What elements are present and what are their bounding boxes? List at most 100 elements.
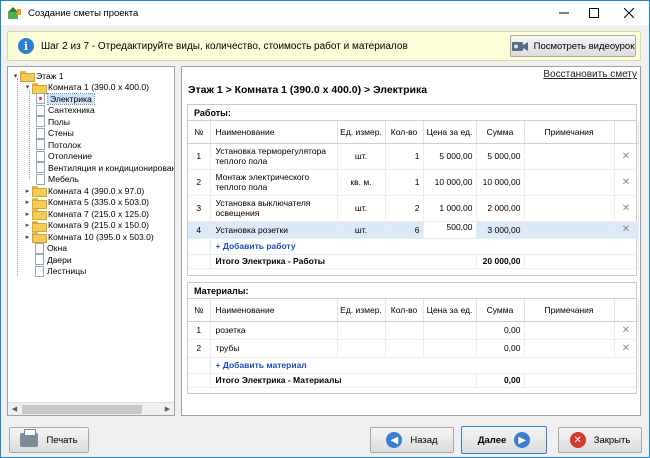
unit-cell[interactable]: кв. м. bbox=[337, 169, 386, 196]
column-header: Цена за ед. bbox=[423, 299, 477, 322]
delete-row-icon[interactable]: ✕ bbox=[614, 169, 639, 196]
expand-icon[interactable]: ▸ bbox=[23, 210, 32, 218]
minimize-button[interactable] bbox=[549, 1, 579, 25]
tree-item-plumbing[interactable]: Сантехника bbox=[36, 104, 95, 117]
scrollbar-thumb[interactable] bbox=[22, 404, 142, 414]
quantity-cell[interactable] bbox=[385, 339, 424, 358]
tree-item-room-1[interactable]: ▾ Комната 1 (390.0 x 400.0) bbox=[23, 82, 149, 94]
next-button[interactable]: Далее ▶ bbox=[461, 426, 547, 454]
add-material-link[interactable]: + Добавить материал bbox=[210, 357, 639, 374]
collapse-icon[interactable]: ▾ bbox=[11, 72, 20, 80]
expand-icon[interactable]: ▸ bbox=[23, 233, 32, 241]
tree-item-ceiling[interactable]: Потолок bbox=[36, 139, 81, 151]
back-button[interactable]: ◀ Назад bbox=[370, 427, 454, 453]
tree-item-label: Этаж 1 bbox=[36, 70, 64, 81]
material-name-cell[interactable]: трубы bbox=[210, 339, 338, 358]
scroll-left-icon[interactable]: ◀ bbox=[8, 405, 21, 413]
add-material-link-label[interactable]: + Добавить материал bbox=[216, 360, 307, 370]
quantity-cell[interactable]: 1 bbox=[385, 143, 424, 170]
close-icon bbox=[624, 8, 634, 18]
quantity-cell[interactable]: 6 bbox=[385, 221, 424, 239]
tree-item-label: Стены bbox=[48, 128, 74, 139]
tree-item-walls[interactable]: Стены bbox=[36, 127, 74, 140]
project-tree[interactable]: ▾ Этаж 1 ▾ Комната 1 (390.0 x 400.0) Эле… bbox=[7, 66, 175, 416]
work-name-cell[interactable]: Установка терморегулятора теплого пола bbox=[210, 143, 338, 170]
price-input[interactable]: 500,00 bbox=[423, 221, 477, 239]
table-row[interactable]: 1 розетка 0,00 ✕ bbox=[188, 321, 639, 340]
tree-item-windows[interactable]: Окна bbox=[35, 242, 67, 255]
tree-item-stairs[interactable]: Лестницы bbox=[35, 265, 86, 278]
price-cell[interactable]: 5 000,00 bbox=[423, 143, 477, 170]
work-name-cell[interactable]: Установка выключателя освещения bbox=[210, 195, 338, 222]
tree-item-room-5[interactable]: ▸ Комната 5 (335.0 x 503.0) bbox=[23, 197, 149, 209]
column-header: Примечания bbox=[524, 299, 615, 322]
tree-item-room-7[interactable]: ▸ Комната 7 (215.0 x 125.0) bbox=[23, 208, 149, 221]
materials-total-value: 0,00 bbox=[476, 373, 525, 388]
work-name-cell[interactable]: Установка розетки bbox=[210, 221, 338, 239]
add-work-link-label[interactable]: + Добавить работу bbox=[216, 241, 296, 251]
table-row-selected[interactable]: 4 Установка розетки шт. 6 500,00 3 000,0… bbox=[188, 221, 639, 239]
tree-item-doors[interactable]: Двери bbox=[35, 254, 72, 266]
expand-icon[interactable]: ▸ bbox=[23, 187, 32, 195]
minimize-icon bbox=[559, 12, 569, 14]
table-row[interactable]: 2 трубы 0,00 ✕ bbox=[188, 339, 639, 358]
tree-item-room-9[interactable]: ▸ Комната 9 (215.0 x 150.0) bbox=[23, 220, 149, 232]
close-window-button[interactable] bbox=[609, 1, 649, 25]
document-icon bbox=[35, 265, 44, 277]
note-cell[interactable] bbox=[524, 195, 615, 222]
expand-icon[interactable]: ▸ bbox=[23, 221, 32, 229]
note-cell[interactable] bbox=[524, 339, 615, 358]
price-cell[interactable] bbox=[423, 339, 477, 358]
tree-item-label: Комната 5 (335.0 x 503.0) bbox=[48, 197, 150, 208]
note-cell[interactable] bbox=[524, 143, 615, 170]
delete-row-icon[interactable]: ✕ bbox=[614, 195, 639, 222]
unit-cell[interactable]: шт. bbox=[337, 221, 386, 239]
document-icon bbox=[36, 162, 45, 174]
material-name-cell[interactable]: розетка bbox=[210, 321, 338, 340]
price-cell[interactable]: 10 000,00 bbox=[423, 169, 477, 196]
delete-row-icon[interactable]: ✕ bbox=[614, 339, 639, 358]
document-icon bbox=[36, 116, 45, 128]
delete-row-icon[interactable]: ✕ bbox=[614, 321, 639, 340]
unit-cell[interactable] bbox=[337, 339, 386, 358]
work-name-cell[interactable]: Монтаж электрического теплого пола bbox=[210, 169, 338, 196]
tree-item-ventilation[interactable]: Вентиляция и кондиционирование bbox=[36, 162, 174, 174]
table-row[interactable]: 3 Установка выключателя освещения шт. 2 … bbox=[188, 195, 639, 222]
add-work-link[interactable]: + Добавить работу bbox=[210, 238, 639, 255]
note-cell[interactable] bbox=[524, 221, 615, 239]
quantity-cell[interactable]: 1 bbox=[385, 169, 424, 196]
tree-item-room-4[interactable]: ▸ Комната 4 (390.0 x 97.0) bbox=[23, 185, 144, 198]
delete-row-icon[interactable]: ✕ bbox=[614, 143, 639, 170]
video-camera-icon bbox=[511, 41, 528, 51]
row-number: 2 bbox=[188, 169, 211, 196]
tree-item-room-10[interactable]: ▸ Комната 10 (395.0 x 503.0) bbox=[23, 231, 154, 244]
table-row[interactable]: 2 Монтаж электрического теплого пола кв.… bbox=[188, 169, 639, 196]
tree-item-furniture[interactable]: Мебель bbox=[36, 173, 79, 186]
expand-icon[interactable]: ▸ bbox=[23, 198, 32, 206]
table-row[interactable]: 1 Установка терморегулятора теплого пола… bbox=[188, 143, 639, 170]
maximize-button[interactable] bbox=[579, 1, 609, 25]
tree-item-floor-1[interactable]: ▾ Этаж 1 bbox=[11, 70, 64, 83]
price-cell[interactable] bbox=[423, 321, 477, 340]
quantity-cell[interactable] bbox=[385, 321, 424, 340]
tree-item-floors[interactable]: Полы bbox=[36, 116, 70, 128]
quantity-cell[interactable]: 2 bbox=[385, 195, 424, 222]
price-cell[interactable]: 1 000,00 bbox=[423, 195, 477, 222]
delete-row-icon[interactable]: ✕ bbox=[614, 221, 639, 239]
watch-video-button[interactable]: Посмотреть видеоурок bbox=[510, 35, 636, 57]
tree-horizontal-scrollbar[interactable]: ◀ ▶ bbox=[8, 402, 174, 415]
tree-item-electrics[interactable]: Электрика bbox=[36, 92, 95, 105]
restore-estimate-link[interactable]: Восстановить смету bbox=[543, 69, 637, 80]
print-button[interactable]: Печать bbox=[9, 427, 89, 453]
unit-cell[interactable]: шт. bbox=[337, 195, 386, 222]
note-cell[interactable] bbox=[524, 169, 615, 196]
collapse-icon[interactable]: ▾ bbox=[23, 83, 32, 91]
tree-item-heating[interactable]: Отопление bbox=[36, 150, 92, 163]
unit-cell[interactable]: шт. bbox=[337, 143, 386, 170]
note-cell[interactable] bbox=[524, 321, 615, 340]
add-row: + Добавить материал bbox=[188, 357, 639, 374]
close-button[interactable]: ✕ Закрыть bbox=[558, 427, 642, 453]
spacer-cell bbox=[188, 254, 211, 269]
unit-cell[interactable] bbox=[337, 321, 386, 340]
scroll-right-icon[interactable]: ▶ bbox=[161, 405, 174, 413]
